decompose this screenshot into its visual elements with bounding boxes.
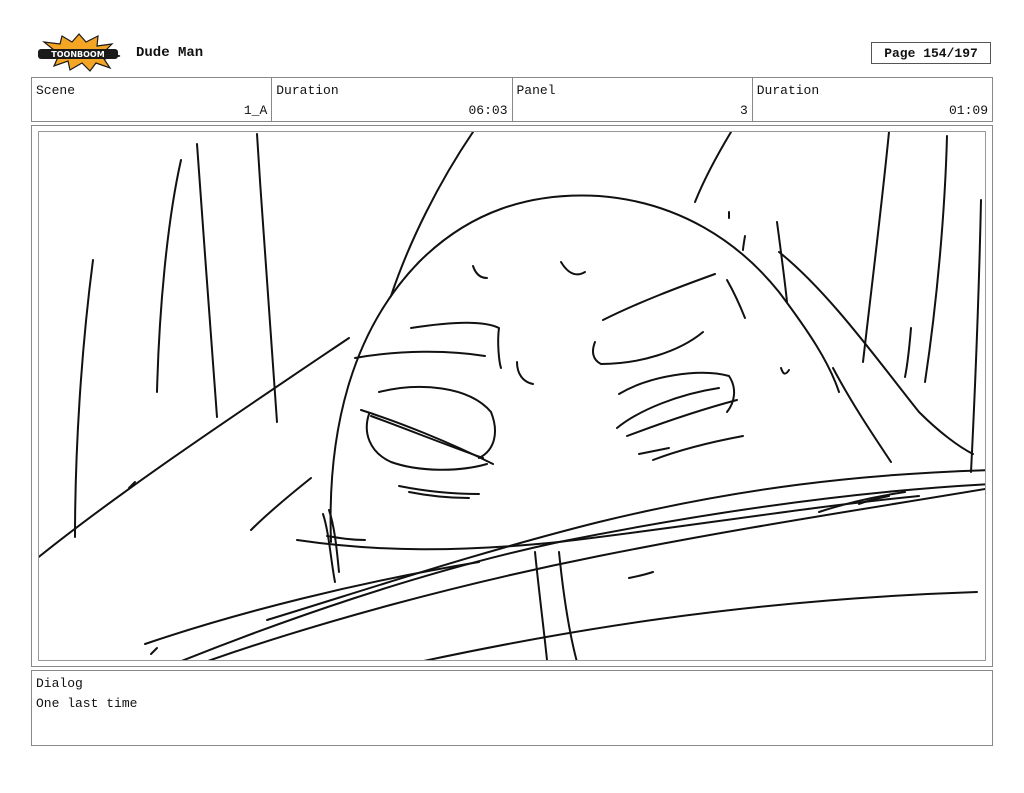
sketch-drawing: [39, 132, 985, 660]
storyboard-panel: [31, 125, 993, 667]
scene-duration-value: 06:03: [468, 103, 508, 118]
panel-cell: Panel 3: [513, 78, 753, 121]
dialog-text: One last time: [36, 696, 138, 711]
info-row: Scene 1_A Duration 06:03 Panel 3 Duratio…: [31, 77, 993, 122]
project-title: Dude Man: [136, 45, 204, 61]
toonboom-logo: TOONBOOM: [34, 32, 124, 72]
storyboard-frame: [38, 131, 986, 661]
scene-label: Scene: [36, 83, 76, 98]
panel-label: Panel: [516, 83, 556, 98]
scene-cell: Scene 1_A: [32, 78, 273, 121]
panel-value: 3: [739, 103, 748, 118]
scene-duration-label: Duration: [276, 83, 339, 98]
panel-duration-label: Duration: [756, 83, 820, 98]
page-indicator: Page 154/197: [871, 42, 991, 64]
scene-duration-cell: Duration 06:03: [272, 78, 513, 121]
dialog-box: Dialog One last time: [31, 670, 993, 746]
dialog-label: Dialog: [36, 676, 83, 691]
logo-burst-icon: TOONBOOM: [38, 33, 121, 72]
logo-text: TOONBOOM: [51, 50, 104, 59]
scene-value: 1_A: [243, 103, 268, 118]
panel-duration-cell: Duration 01:09: [753, 78, 992, 121]
panel-duration-value: 01:09: [948, 103, 988, 118]
